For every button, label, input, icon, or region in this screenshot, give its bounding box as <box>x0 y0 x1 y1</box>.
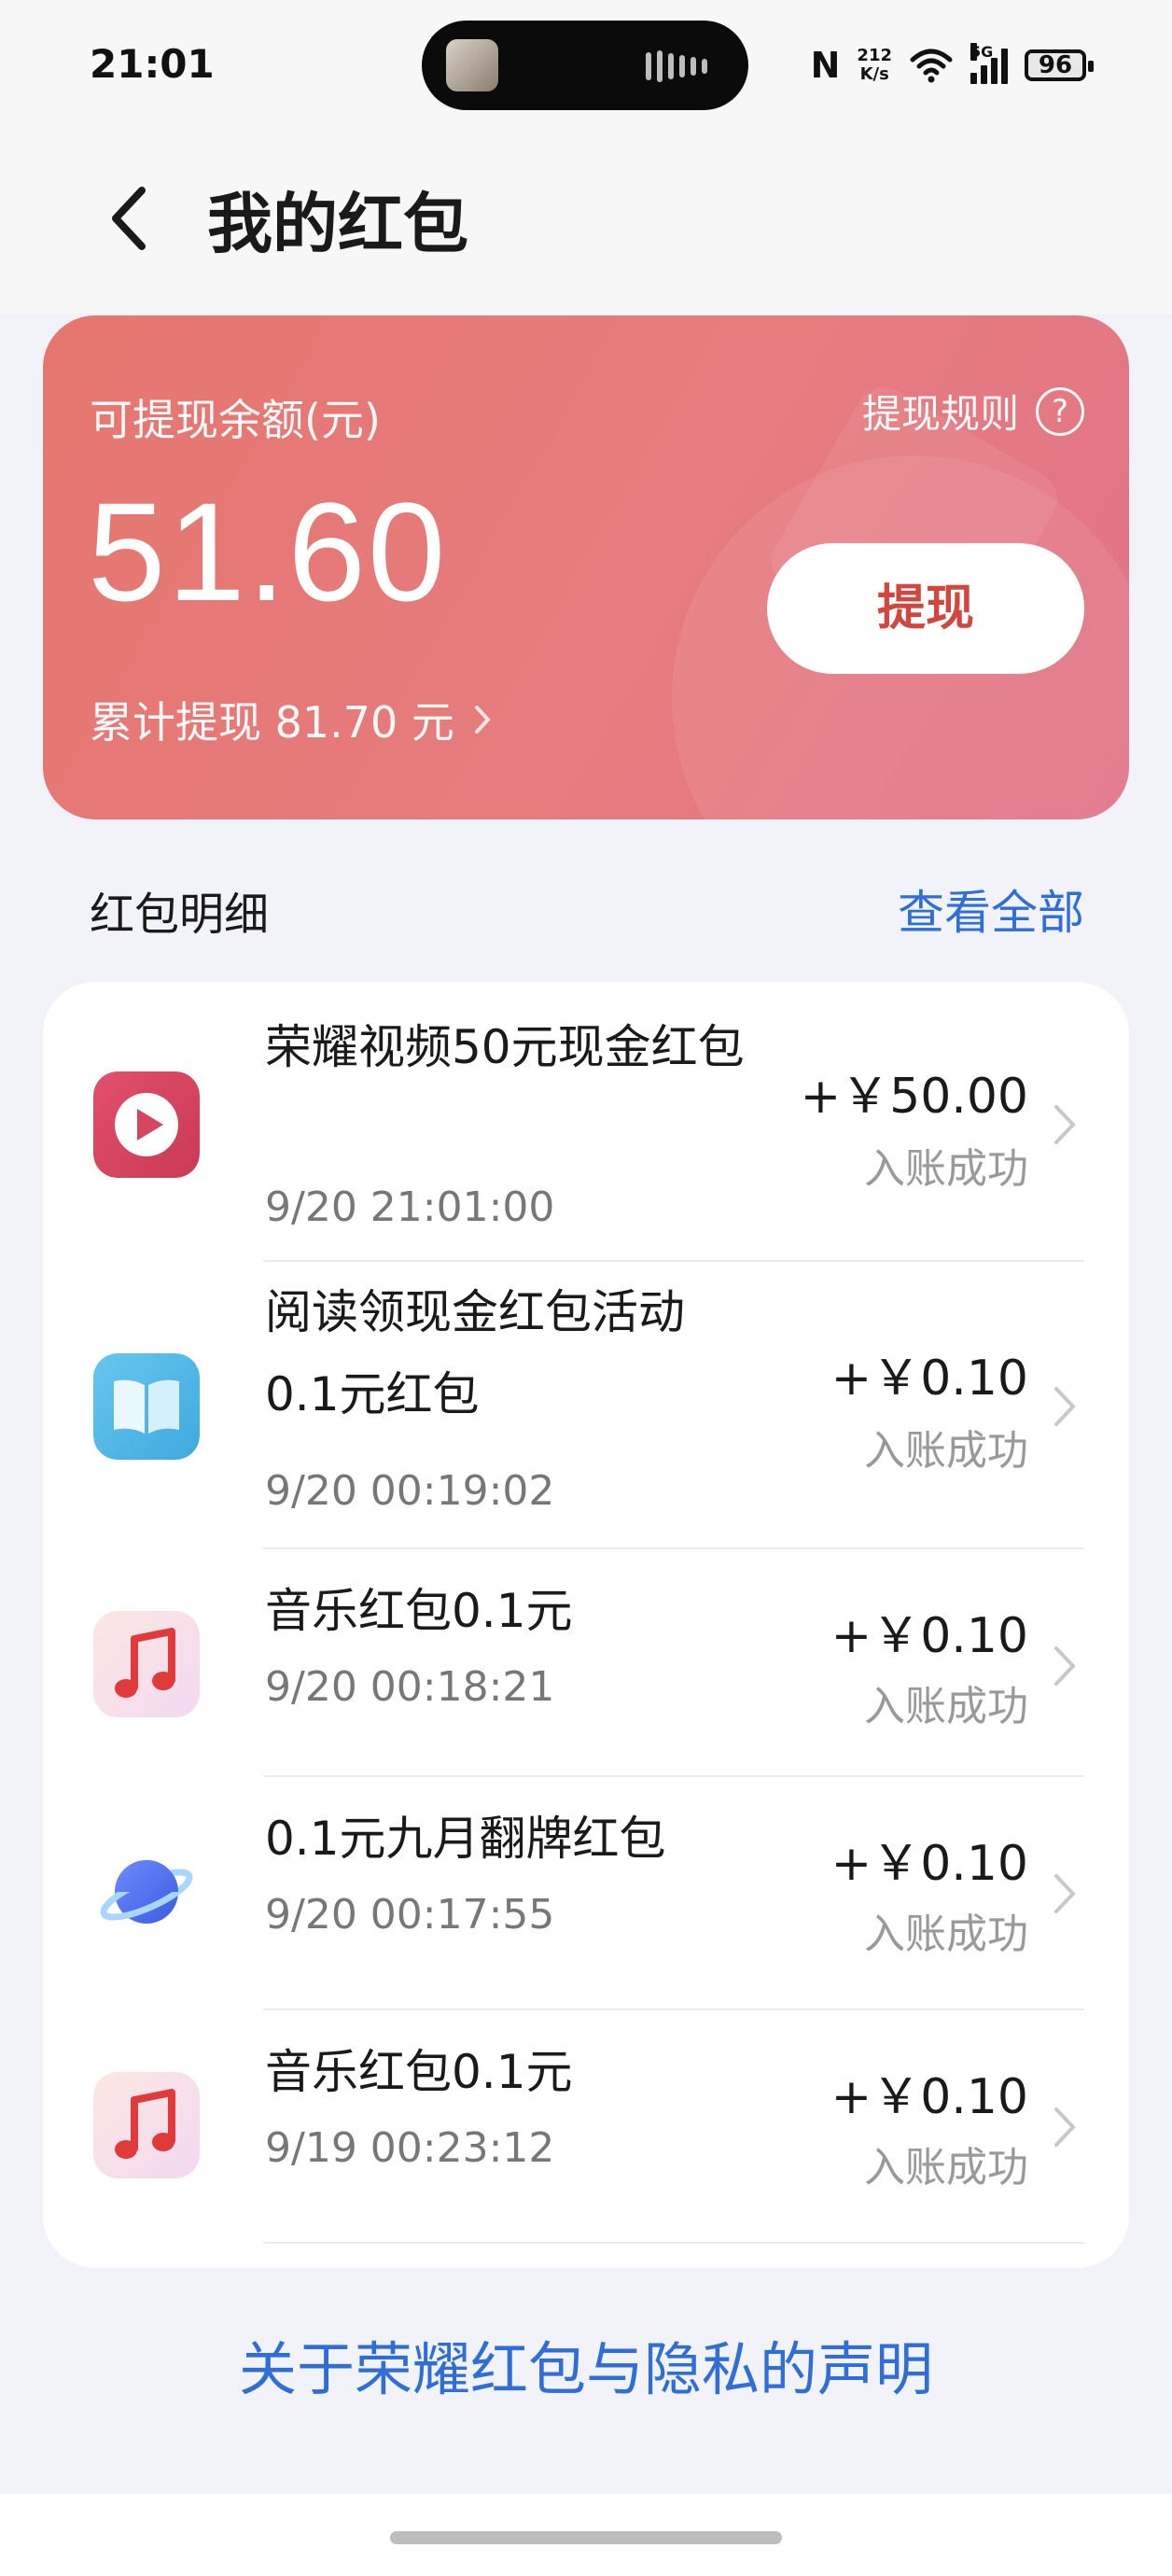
battery-icon: 96 <box>1025 49 1094 81</box>
app-header: 我的红包 <box>0 131 1172 314</box>
item-title: 音乐红包0.1元 <box>265 1584 573 1638</box>
item-time: 9/20 00:19:02 <box>265 1467 555 1515</box>
list-item[interactable]: 音乐红包0.1元 9/20 00:18:21 +￥0.10 入账成功 <box>43 1549 1129 1783</box>
status-bar: 21:01 N 212 K/s 5G 96 <box>0 0 1172 131</box>
music-app-icon <box>93 2072 200 2178</box>
network-speed-unit: K/s <box>859 64 889 84</box>
island-avatar <box>446 39 498 91</box>
chevron-right-icon <box>1054 1105 1076 1144</box>
help-icon: ? <box>1036 386 1084 436</box>
item-status: 入账成功 <box>864 1427 1028 1475</box>
withdraw-rules-label: 提现规则 <box>861 391 1019 437</box>
balance-amount: 51.60 <box>88 473 448 630</box>
item-time: 9/20 21:01:00 <box>265 1183 555 1231</box>
home-indicator[interactable] <box>390 2531 782 2544</box>
reading-app-icon <box>93 1353 200 1460</box>
cellular-signal-icon: 5G <box>970 43 1008 84</box>
item-status: 入账成功 <box>864 1145 1028 1193</box>
total-withdrawn-label: 累计提现 81.70 元 <box>90 697 454 748</box>
list-item[interactable]: 阅读领现金红包活动0.1元红包 9/20 00:19:02 +￥0.10 入账成… <box>43 1262 1129 1547</box>
chevron-right-icon <box>1054 1646 1076 1686</box>
item-status: 入账成功 <box>864 1911 1028 1958</box>
item-status: 入账成功 <box>864 1683 1028 1730</box>
list-item[interactable]: 音乐红包0.1元 9/19 00:23:12 +￥0.10 入账成功 <box>43 2010 1129 2244</box>
item-amount: +￥0.10 <box>830 1836 1028 1892</box>
wifi-icon <box>910 49 953 83</box>
red-packet-list: 荣耀视频50元现金红包 9/20 21:01:00 +￥50.00 入账成功 阅… <box>43 982 1129 2268</box>
back-arrow-icon[interactable] <box>103 181 159 256</box>
nfc-icon: N <box>810 45 841 86</box>
status-time: 21:01 <box>90 41 215 87</box>
item-time: 9/20 00:18:21 <box>265 1663 555 1711</box>
page-title: 我的红包 <box>207 186 468 262</box>
audio-wave-icon <box>646 50 711 82</box>
video-app-icon <box>93 1071 200 1178</box>
list-item[interactable]: 0.1元九月翻牌红包 9/20 00:17:55 +￥0.10 入账成功 <box>43 1777 1129 2010</box>
item-title: 音乐红包0.1元 <box>265 2045 573 2099</box>
status-icons: N 212 K/s 5G 96 <box>810 37 1094 93</box>
item-amount: +￥0.10 <box>830 2069 1028 2125</box>
network-speed: 212 K/s <box>857 47 892 84</box>
item-title: 荣耀视频50元现金红包 <box>265 1020 745 1074</box>
withdraw-rules-link[interactable]: 提现规则 ? <box>862 383 1084 440</box>
item-amount: +￥50.00 <box>800 1069 1028 1125</box>
divider <box>263 2242 1084 2244</box>
music-app-icon <box>93 1611 200 1717</box>
planet-app-icon <box>100 1860 193 1924</box>
section-title: 红包明细 <box>90 889 270 941</box>
withdraw-button[interactable]: 提现 <box>767 543 1084 674</box>
privacy-statement-link[interactable]: 关于荣耀红包与隐私的声明 <box>0 2322 1172 2406</box>
chevron-right-icon <box>474 706 491 734</box>
item-amount: +￥0.10 <box>830 1608 1028 1664</box>
item-time: 9/19 00:23:12 <box>265 2124 555 2172</box>
network-speed-value: 212 <box>857 46 892 65</box>
item-status: 入账成功 <box>864 2144 1028 2191</box>
balance-label: 可提现余额(元) <box>90 395 381 445</box>
balance-card: 可提现余额(元) 提现规则 ? 51.60 提现 累计提现 81.70 元 <box>43 315 1129 819</box>
view-all-link[interactable]: 查看全部 <box>898 875 1084 943</box>
chevron-right-icon <box>1054 2107 1076 2147</box>
total-withdrawn-link[interactable]: 累计提现 81.70 元 <box>90 689 492 750</box>
list-item[interactable]: 荣耀视频50元现金红包 9/20 21:01:00 +￥50.00 入账成功 <box>43 982 1129 1260</box>
dynamic-island[interactable] <box>422 21 748 110</box>
chevron-right-icon <box>1054 1874 1076 1913</box>
item-amount: +￥0.10 <box>830 1351 1028 1407</box>
item-title: 0.1元九月翻牌红包 <box>265 1812 666 1866</box>
signal-label: 5G <box>970 43 994 61</box>
item-title: 阅读领现金红包活动0.1元红包 <box>265 1285 685 1421</box>
item-time: 9/20 00:17:55 <box>265 1891 555 1939</box>
chevron-right-icon <box>1054 1387 1076 1426</box>
